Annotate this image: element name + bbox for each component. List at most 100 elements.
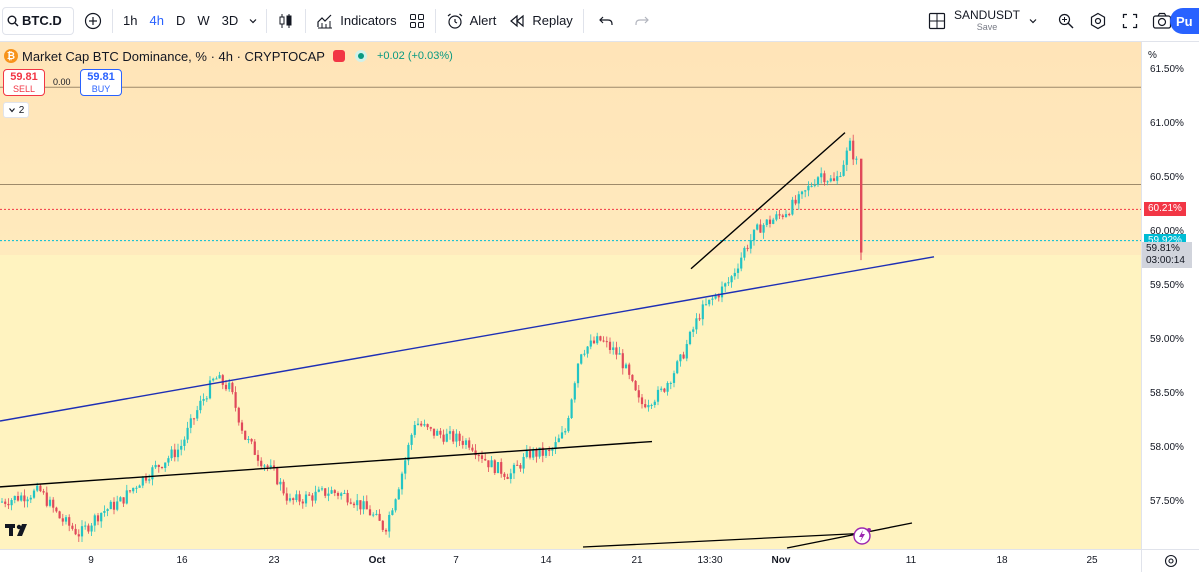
candle[interactable] bbox=[567, 415, 570, 433]
candle-body bbox=[215, 378, 218, 380]
candle-body bbox=[391, 510, 394, 515]
candle[interactable] bbox=[676, 359, 679, 375]
symbol-search-button[interactable]: BTC.D bbox=[2, 6, 74, 35]
candle-body bbox=[823, 173, 826, 183]
indicators-toggle[interactable]: 2 bbox=[3, 102, 29, 118]
layout-selector[interactable]: SANDUSDT Save bbox=[928, 6, 1038, 36]
timeframe-d[interactable]: D bbox=[170, 13, 191, 28]
candle-body bbox=[496, 462, 500, 474]
candle-body bbox=[263, 465, 266, 467]
timeframe-1h[interactable]: 1h bbox=[117, 13, 143, 28]
candle-body bbox=[506, 476, 509, 479]
candle-body bbox=[813, 184, 816, 186]
candle-body bbox=[234, 392, 237, 408]
timeframe-4h[interactable]: 4h bbox=[143, 13, 169, 28]
buy-button[interactable]: 59.81 BUY bbox=[80, 69, 122, 96]
fullscreen-button[interactable] bbox=[1114, 13, 1146, 29]
candle-body bbox=[29, 497, 32, 500]
candle[interactable] bbox=[244, 430, 247, 441]
tradingview-logo[interactable] bbox=[5, 522, 33, 543]
candle-body bbox=[724, 283, 727, 287]
candle[interactable] bbox=[493, 459, 496, 475]
candle-body bbox=[516, 464, 519, 466]
undo-button[interactable] bbox=[588, 0, 624, 42]
candle[interactable] bbox=[496, 461, 500, 474]
candle-body bbox=[826, 181, 829, 183]
candle-body bbox=[64, 517, 68, 522]
visibility-icon[interactable] bbox=[354, 50, 367, 62]
timeframe-3d[interactable]: 3D bbox=[216, 13, 245, 28]
price-tick: 60.50% bbox=[1150, 172, 1184, 183]
settings-button[interactable] bbox=[1082, 12, 1114, 30]
price-plot[interactable] bbox=[0, 42, 1141, 549]
candle[interactable] bbox=[599, 335, 602, 342]
candle-body bbox=[653, 401, 656, 405]
bar-countdown: 03:00:14 bbox=[1146, 255, 1185, 267]
candle-body bbox=[132, 487, 135, 492]
candle-body bbox=[784, 214, 788, 217]
candle-body bbox=[39, 485, 42, 492]
candle-body bbox=[298, 494, 301, 502]
candle[interactable] bbox=[570, 398, 573, 419]
chart-pane[interactable] bbox=[0, 42, 1141, 549]
candle[interactable] bbox=[580, 353, 583, 365]
candle[interactable] bbox=[276, 466, 279, 486]
quick-search-button[interactable] bbox=[1050, 12, 1082, 30]
alert-button[interactable]: Alert bbox=[440, 0, 503, 42]
indicators-button[interactable]: Indicators bbox=[310, 0, 402, 42]
candles-icon bbox=[279, 13, 292, 28]
time-tick: 23 bbox=[268, 555, 280, 566]
sell-button[interactable]: 59.81 SELL bbox=[3, 69, 45, 96]
chevron-down-icon bbox=[249, 18, 257, 23]
replay-button[interactable]: Replay bbox=[502, 0, 578, 42]
legend-color-swatch[interactable] bbox=[332, 50, 345, 62]
candle-body bbox=[464, 440, 468, 445]
price-tick: 58.00% bbox=[1150, 442, 1184, 453]
chevron-down-icon[interactable] bbox=[1028, 16, 1038, 26]
templates-button[interactable] bbox=[403, 0, 431, 42]
candle-body bbox=[458, 433, 461, 441]
timeframe-dropdown[interactable] bbox=[244, 0, 262, 42]
candle-body bbox=[52, 499, 55, 508]
candle-body bbox=[852, 140, 855, 160]
series-title: Market Cap BTC Dominance, % · 4h · CRYPT… bbox=[22, 48, 325, 64]
price-tag-red-line: 60.21% bbox=[1144, 202, 1186, 217]
chart-settings-button[interactable] bbox=[1141, 549, 1199, 572]
candle-body bbox=[596, 336, 599, 344]
candle[interactable] bbox=[688, 330, 692, 346]
candle[interactable] bbox=[58, 510, 61, 519]
compare-symbol-button[interactable] bbox=[78, 0, 108, 42]
price-axis[interactable]: % 61.50% 61.00% 60.50% 60.00% 59.50% 59.00% 58… bbox=[1141, 42, 1199, 549]
candle-body bbox=[148, 479, 151, 481]
candle-body bbox=[503, 473, 506, 477]
candle-body bbox=[36, 485, 39, 491]
flash-marker-dot bbox=[867, 528, 871, 532]
candle-body bbox=[240, 422, 244, 431]
candle-body bbox=[224, 384, 228, 390]
candle-body bbox=[688, 331, 692, 345]
candle-body bbox=[583, 353, 586, 355]
candle-body bbox=[836, 176, 839, 181]
candle[interactable] bbox=[634, 380, 637, 391]
flash-event-marker[interactable] bbox=[853, 527, 871, 545]
redo-button[interactable] bbox=[624, 0, 660, 42]
candle-body bbox=[708, 299, 711, 305]
gear-icon bbox=[1164, 554, 1177, 568]
chart-type-button[interactable] bbox=[271, 0, 301, 42]
candle-body bbox=[346, 493, 349, 503]
candle-body bbox=[682, 354, 685, 359]
candle-body bbox=[384, 529, 388, 532]
candle[interactable] bbox=[573, 381, 576, 403]
candle-body bbox=[637, 390, 640, 398]
series-legend[interactable]: ₿ Market Cap BTC Dominance, % · 4h · CRY… bbox=[4, 47, 453, 65]
candle-body bbox=[860, 158, 863, 253]
candle-body bbox=[292, 498, 295, 501]
candle-body bbox=[116, 501, 119, 510]
time-axis[interactable]: 9 16 23 Oct 7 14 21 13:30 Nov 11 18 25 bbox=[0, 549, 1141, 572]
timeframe-w[interactable]: W bbox=[191, 13, 215, 28]
candle-body bbox=[327, 493, 330, 496]
candle[interactable] bbox=[282, 479, 285, 496]
candle-last[interactable] bbox=[860, 158, 863, 261]
candle-body bbox=[176, 449, 180, 458]
publish-button[interactable]: Pu bbox=[1170, 8, 1199, 34]
